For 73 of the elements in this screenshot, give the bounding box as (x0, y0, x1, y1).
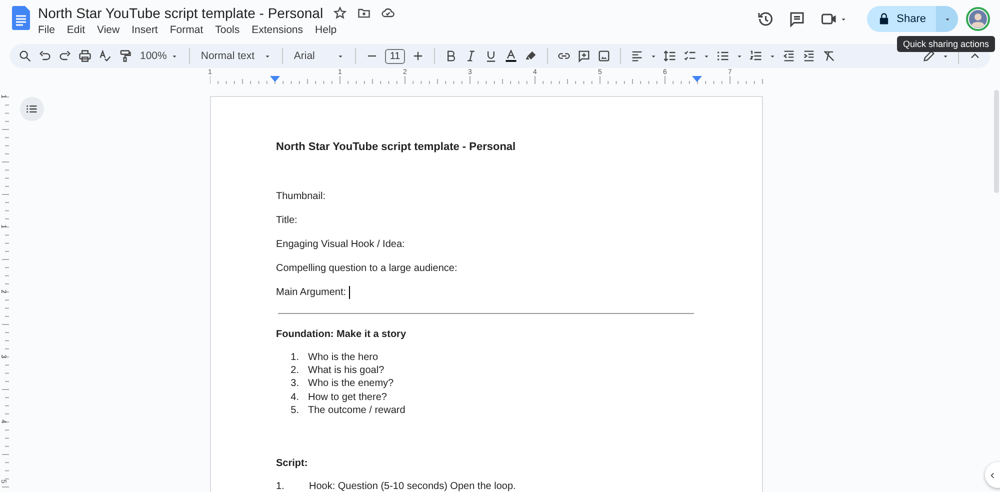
caret-icon (264, 52, 271, 60)
undo-icon[interactable] (38, 49, 52, 63)
list-item-text: What is his goal? (308, 365, 384, 378)
docs-logo-icon[interactable] (12, 6, 30, 30)
caret-icon[interactable] (840, 16, 847, 22)
caret-icon (944, 16, 950, 22)
list-item-text: How to get there? (308, 392, 387, 405)
menu-item[interactable]: Edit (66, 24, 86, 36)
caret-icon[interactable] (703, 52, 710, 60)
menu-item[interactable]: Tools (215, 24, 240, 36)
list-number: 5. (290, 404, 299, 418)
list-number: 3. (290, 378, 299, 392)
list-item-text: Who is the hero (308, 352, 378, 365)
caret-icon[interactable] (736, 52, 744, 60)
avatar[interactable] (966, 7, 990, 31)
style-dropdown[interactable]: Normal text (198, 50, 273, 62)
menu-item[interactable]: Format (170, 24, 204, 36)
tooltip: Quick sharing actions (897, 36, 996, 52)
caret-icon (170, 52, 178, 60)
caret-icon (336, 52, 344, 60)
star-icon[interactable] (333, 6, 348, 20)
menu-item[interactable]: View (97, 24, 120, 36)
clear-formatting-icon[interactable] (822, 49, 836, 63)
search-icon[interactable] (18, 49, 32, 63)
align-left-icon[interactable] (630, 49, 644, 63)
field-label: Main Argument: (276, 287, 346, 298)
history-icon[interactable] (756, 10, 774, 28)
field-label: Thumbnail: (276, 191, 326, 202)
caret-icon[interactable] (769, 52, 776, 60)
list-item-text: Who is the enemy? (308, 378, 394, 392)
font-size-field[interactable]: 11 (384, 48, 406, 64)
add-comment-icon[interactable] (577, 49, 592, 63)
list-number: 1. (276, 480, 286, 492)
increase-indent-icon[interactable] (802, 49, 816, 63)
menu-item[interactable]: Extensions (252, 24, 304, 36)
field-label: Title: (276, 215, 298, 226)
bulleted-list-icon[interactable] (716, 49, 730, 63)
document-title[interactable]: North Star YouTube script template - Personal (38, 5, 324, 21)
indent-marker-icon[interactable] (270, 76, 280, 82)
list-item-text: Hook: Question (5-10 seconds) Open the loop. (309, 480, 516, 492)
comment-icon[interactable] (788, 10, 806, 28)
menu-item[interactable]: Insert (132, 24, 158, 36)
scrollbar[interactable] (994, 90, 999, 193)
list-number: 2. (290, 365, 299, 378)
image-icon[interactable] (597, 49, 612, 63)
paint-format-icon[interactable] (118, 49, 132, 63)
numbered-list-icon[interactable] (749, 49, 764, 63)
redo-icon[interactable] (58, 49, 72, 63)
pencil-icon[interactable] (922, 49, 936, 63)
cloud-icon[interactable] (381, 6, 396, 20)
chevron-left-icon (989, 472, 996, 478)
outline-button[interactable] (20, 97, 44, 121)
section-heading: Script: (276, 458, 309, 469)
section-heading: Foundation: Make it a story (276, 329, 408, 340)
decrease-indent-icon[interactable] (782, 49, 796, 63)
list-item-text: The outcome / reward (308, 404, 406, 418)
field-label: Engaging Visual Hook / Idea: (276, 239, 405, 250)
list-number: 1. (290, 352, 299, 365)
caret-icon[interactable] (650, 52, 658, 60)
spellcheck-icon[interactable] (98, 49, 112, 63)
checklist-icon[interactable] (683, 49, 698, 63)
list-number: 4. (290, 392, 299, 405)
text-color-icon[interactable] (504, 49, 518, 63)
document-heading: North Star YouTube script template - Personal (276, 141, 516, 153)
indent-marker-icon[interactable] (692, 76, 702, 82)
print-icon[interactable] (78, 49, 92, 63)
folder-icon[interactable] (357, 6, 372, 20)
menu-item[interactable]: Help (315, 24, 337, 36)
font-dropdown[interactable]: Arial (292, 50, 346, 62)
menu-item[interactable]: File (38, 24, 55, 36)
field-label: Compelling question to a large audience: (276, 263, 458, 274)
zoom-dropdown[interactable]: 100% (138, 50, 180, 62)
line-spacing-icon[interactable] (663, 49, 678, 63)
